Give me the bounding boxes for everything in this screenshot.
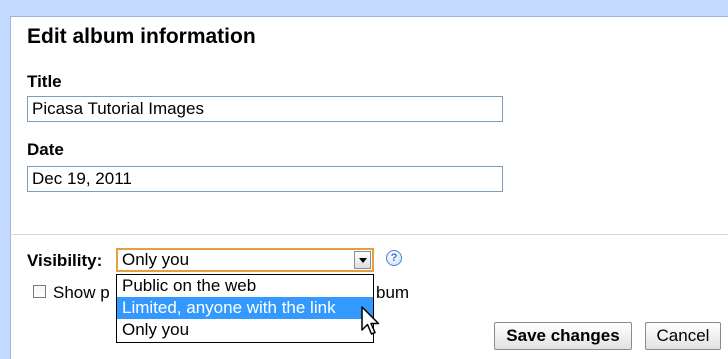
question-icon[interactable]: ?: [386, 250, 402, 266]
visibility-label: Visibility:: [27, 251, 103, 270]
cancel-button[interactable]: Cancel: [645, 322, 721, 350]
show-photos-checkbox[interactable]: [33, 285, 46, 298]
show-photos-label-end: bum: [376, 283, 410, 302]
page-background-left: [0, 0, 10, 358]
section-divider: [10, 234, 728, 235]
show-photos-label-start: Show p: [53, 283, 110, 302]
date-label: Date: [27, 140, 64, 159]
dialog-title: Edit album information: [27, 25, 256, 48]
mouse-pointer-icon: [361, 306, 380, 335]
date-input[interactable]: [27, 166, 503, 192]
visibility-option-limited[interactable]: Limited, anyone with the link: [117, 297, 373, 319]
title-label: Title: [27, 72, 62, 91]
page-background-top: [0, 0, 728, 16]
visibility-option-only-you[interactable]: Only you: [117, 319, 373, 341]
chevron-down-icon[interactable]: [354, 251, 371, 269]
visibility-dropdown-list: Public on the web Limited, anyone with t…: [116, 274, 374, 343]
visibility-option-public[interactable]: Public on the web: [117, 275, 373, 297]
save-changes-button[interactable]: Save changes: [494, 322, 632, 350]
visibility-select[interactable]: Only you: [116, 248, 374, 272]
visibility-selected-value: Only you: [122, 250, 190, 269]
title-input[interactable]: [27, 96, 503, 122]
